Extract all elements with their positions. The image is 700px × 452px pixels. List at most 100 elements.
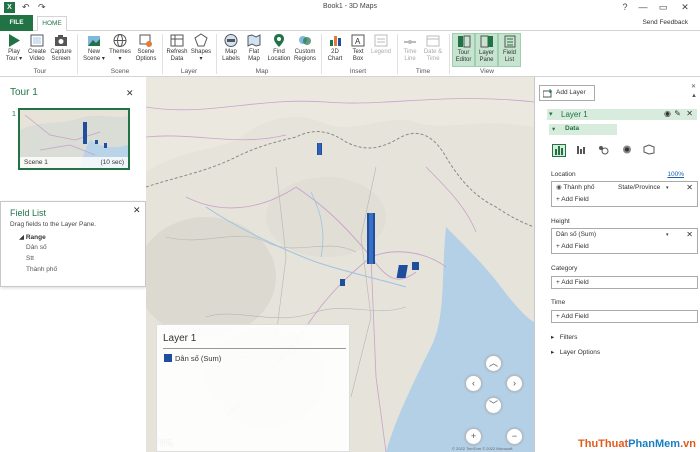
clustered-column-viz-icon[interactable]: [575, 144, 589, 157]
data-label: Data: [565, 125, 580, 132]
layer-pane-icon: [480, 35, 493, 48]
legend-entry: Dân số (Sum): [175, 354, 222, 363]
time-label: Time: [551, 299, 566, 306]
delete-layer-icon[interactable]: ✕: [686, 109, 693, 118]
scene-caption: Scene 1 (10 sec): [20, 157, 128, 168]
send-feedback-link[interactable]: Send Feedback: [642, 19, 688, 26]
add-time-field[interactable]: + Add Field: [552, 311, 697, 323]
chevron-up-icon: ︿: [488, 358, 498, 368]
calendar-icon: [426, 35, 440, 47]
add-category-field[interactable]: + Add Field: [552, 277, 697, 289]
expand-triangle-icon: ▾: [552, 126, 556, 133]
data-section-header[interactable]: ▾ Data: [549, 124, 617, 135]
time-field-box: + Add Field: [551, 310, 698, 323]
map-legend[interactable]: Layer 1 Dân số (Sum): [156, 324, 350, 452]
date-time-button[interactable]: Date & Time: [421, 33, 445, 63]
text-box-icon: A: [351, 34, 365, 47]
pane-close-icon[interactable]: ✕: [691, 83, 696, 90]
location-type-dropdown[interactable]: State/Province: [618, 182, 660, 194]
play-tour-button[interactable]: Play Tour ▾: [3, 33, 25, 63]
watermark-logo: ThuThuatPhanMem.vn: [578, 438, 696, 450]
minimize-button[interactable]: —: [636, 1, 650, 13]
tab-file[interactable]: FILE: [0, 15, 33, 31]
chevron-left-icon: ‹: [472, 378, 475, 388]
heat-map-viz-icon[interactable]: [621, 144, 635, 157]
close-tour-panel-icon[interactable]: ✕: [126, 89, 134, 98]
height-label: Height: [551, 218, 570, 225]
filters-toggle[interactable]: ▸ Filters: [551, 333, 577, 341]
time-line-button[interactable]: Time Line: [400, 33, 420, 63]
scene-options-button[interactable]: Scene Options: [133, 33, 159, 63]
location-match-percent[interactable]: 100%: [667, 171, 684, 178]
scene-number: 1: [12, 111, 16, 118]
layer-options-toggle[interactable]: ▸ Layer Options: [551, 348, 600, 356]
tilt-down-button[interactable]: ﹀: [485, 397, 502, 414]
help-button[interactable]: ?: [618, 1, 632, 13]
rotate-right-button[interactable]: ›: [506, 375, 523, 392]
legend-button[interactable]: Legend: [369, 33, 393, 56]
create-video-button[interactable]: Create Video: [26, 33, 48, 63]
add-layer-button[interactable]: Add Layer: [539, 85, 595, 101]
flat-map-button[interactable]: Flat Map: [243, 33, 265, 63]
location-field-row[interactable]: ◉ Thành phố State/Province ▾ ✕: [552, 182, 697, 194]
zoom-in-button[interactable]: +: [465, 428, 482, 445]
tilt-up-button[interactable]: ︿: [485, 355, 502, 372]
tab-home[interactable]: HOME: [37, 16, 67, 32]
pencil-icon[interactable]: ✎: [674, 109, 681, 118]
scene-duration: (10 sec): [100, 159, 124, 166]
zoom-out-button[interactable]: −: [506, 428, 523, 445]
close-field-list-icon[interactable]: ✕: [133, 206, 141, 215]
field-item[interactable]: Dân số: [26, 244, 47, 251]
restore-button[interactable]: ▭: [656, 1, 670, 13]
region-viz-icon[interactable]: [643, 144, 657, 157]
svg-text:A: A: [355, 37, 361, 46]
field-item[interactable]: Stt: [26, 255, 34, 262]
custom-regions-button[interactable]: Custom Regions: [292, 33, 318, 63]
add-location-field[interactable]: + Add Field: [552, 194, 697, 206]
eye-icon[interactable]: ◉: [664, 109, 671, 118]
location-pin-icon: [274, 34, 284, 47]
new-scene-button[interactable]: New Scene ▾: [82, 33, 106, 63]
layer-header[interactable]: ▾ Layer 1 ◉ ✎ ✕: [547, 109, 697, 120]
map-copyright: © 2022 TomTom © 2022 Microsoft: [452, 446, 513, 451]
find-location-button[interactable]: Find Location: [266, 33, 292, 63]
height-field-row[interactable]: Dân số (Sum) ▾ ✕: [552, 229, 697, 241]
refresh-data-button[interactable]: Refresh Data: [165, 33, 189, 63]
collapsed-triangle-icon: ▸: [551, 349, 555, 356]
group-label-scene: Scene: [110, 68, 130, 75]
collapse-triangle-icon: ◢: [19, 234, 24, 241]
close-button[interactable]: ✕: [678, 1, 692, 13]
tour-title: Tour 1: [10, 87, 38, 98]
plus-icon: +: [556, 196, 560, 203]
play-icon: [9, 34, 20, 47]
add-height-field[interactable]: + Add Field: [552, 241, 697, 253]
capture-screen-button[interactable]: Capture Screen: [49, 33, 73, 63]
field-list-icon: [504, 35, 515, 48]
text-box-button[interactable]: A Text Box: [347, 33, 369, 63]
stacked-column-viz-icon[interactable]: [552, 144, 566, 157]
field-item[interactable]: Thành phố: [26, 266, 57, 273]
rotate-left-button[interactable]: ‹: [465, 375, 482, 392]
scene-thumbnail[interactable]: Scene 1 (10 sec): [18, 108, 130, 170]
map-labels-button[interactable]: Map Labels: [220, 33, 242, 63]
dropdown-arrow-icon[interactable]: ▾: [666, 182, 669, 194]
flat-map-icon: [247, 34, 261, 47]
layer-pane-button[interactable]: Layer Pane: [475, 33, 498, 67]
group-label-insert: Insert: [349, 68, 367, 75]
2d-chart-button[interactable]: 2D Chart: [324, 33, 346, 63]
chevron-down-icon: ﹀: [488, 400, 498, 410]
field-list-button[interactable]: Field List: [498, 33, 521, 67]
shapes-button[interactable]: Shapes ▾: [190, 33, 212, 63]
location-field-box: ◉ Thành phố State/Province ▾ ✕ + Add Fie…: [551, 181, 698, 207]
shapes-icon: [194, 33, 208, 47]
themes-button[interactable]: Themes ▾: [108, 33, 132, 63]
bubble-viz-icon[interactable]: [597, 144, 611, 157]
pane-scroll-icon[interactable]: ▲: [691, 93, 697, 99]
dropdown-arrow-icon[interactable]: ▾: [666, 229, 669, 241]
group-separator: [77, 34, 78, 74]
chevron-right-icon: ›: [513, 378, 516, 388]
range-node[interactable]: ◢ Range: [19, 233, 46, 241]
remove-field-icon[interactable]: ✕: [686, 182, 693, 194]
remove-field-icon[interactable]: ✕: [686, 229, 693, 241]
tour-editor-button[interactable]: Tour Editor: [452, 33, 475, 67]
